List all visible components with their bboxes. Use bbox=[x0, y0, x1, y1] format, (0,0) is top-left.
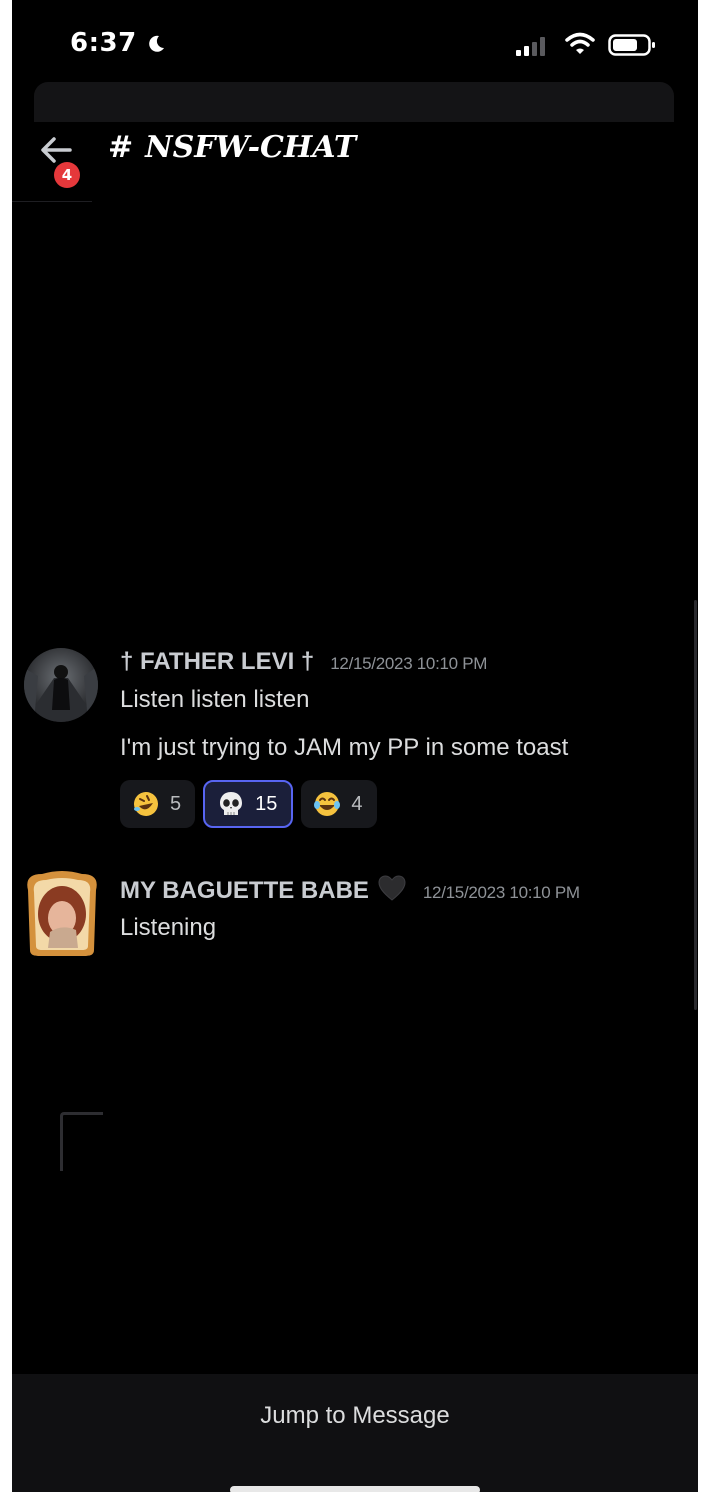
app-screen: 6:37 4 # NSFW-CHAT † FATHER LEVI † 12/15… bbox=[12, 0, 698, 1492]
channel-name: NSFW-CHAT bbox=[145, 130, 357, 165]
message-text: I'm just trying to JAM my PP in some toa… bbox=[120, 734, 569, 761]
header-divider bbox=[12, 201, 92, 202]
unread-badge: 4 bbox=[54, 162, 80, 188]
reaction-row: 5 15 4 bbox=[120, 780, 377, 828]
reaction-rofl[interactable]: 5 bbox=[120, 780, 196, 828]
reaction-count: 4 bbox=[351, 792, 363, 815]
tears-of-joy-icon bbox=[314, 792, 341, 816]
timestamp: 12/15/2023 10:10 PM bbox=[422, 883, 580, 902]
avatar-image bbox=[24, 648, 98, 722]
composer-outline bbox=[60, 1112, 103, 1171]
message-text: Listen listen listen bbox=[120, 686, 310, 713]
avatar-image bbox=[27, 871, 97, 956]
home-indicator[interactable] bbox=[230, 1486, 480, 1492]
moon-icon bbox=[149, 35, 164, 52]
avatar[interactable] bbox=[24, 648, 98, 722]
rolling-on-floor-laughing-icon bbox=[134, 792, 158, 816]
jump-to-message-button[interactable]: Jump to Message bbox=[12, 1402, 698, 1430]
reaction-skull[interactable]: 15 bbox=[203, 780, 294, 828]
message-text: Listening bbox=[120, 914, 217, 941]
author-name[interactable]: MY BAGUETTE BABE bbox=[120, 877, 369, 904]
author-name[interactable]: † FATHER LEVI † bbox=[120, 648, 314, 675]
reaction-tears-of-joy[interactable]: 4 bbox=[301, 780, 377, 828]
hash-icon: # bbox=[108, 130, 134, 165]
status-time: 6:37 bbox=[70, 28, 137, 58]
reaction-count: 5 bbox=[170, 792, 182, 815]
signal-icon bbox=[516, 37, 545, 56]
battery-icon bbox=[608, 34, 655, 56]
author-line: MY BAGUETTE BABE 12/15/2023 10:10 PM bbox=[120, 874, 580, 905]
black-heart-icon bbox=[378, 875, 406, 901]
avatar[interactable] bbox=[20, 870, 104, 956]
reaction-count: 15 bbox=[255, 792, 278, 815]
channel-title[interactable]: # NSFW-CHAT bbox=[108, 130, 356, 165]
skull-icon bbox=[220, 792, 243, 815]
top-panel-edge bbox=[34, 82, 674, 122]
wifi-icon bbox=[565, 32, 595, 54]
jump-bar: Jump to Message bbox=[12, 1374, 698, 1492]
author-line: † FATHER LEVI † 12/15/2023 10:10 PM bbox=[120, 648, 487, 676]
scrollbar[interactable] bbox=[694, 600, 697, 1010]
timestamp: 12/15/2023 10:10 PM bbox=[330, 654, 488, 673]
